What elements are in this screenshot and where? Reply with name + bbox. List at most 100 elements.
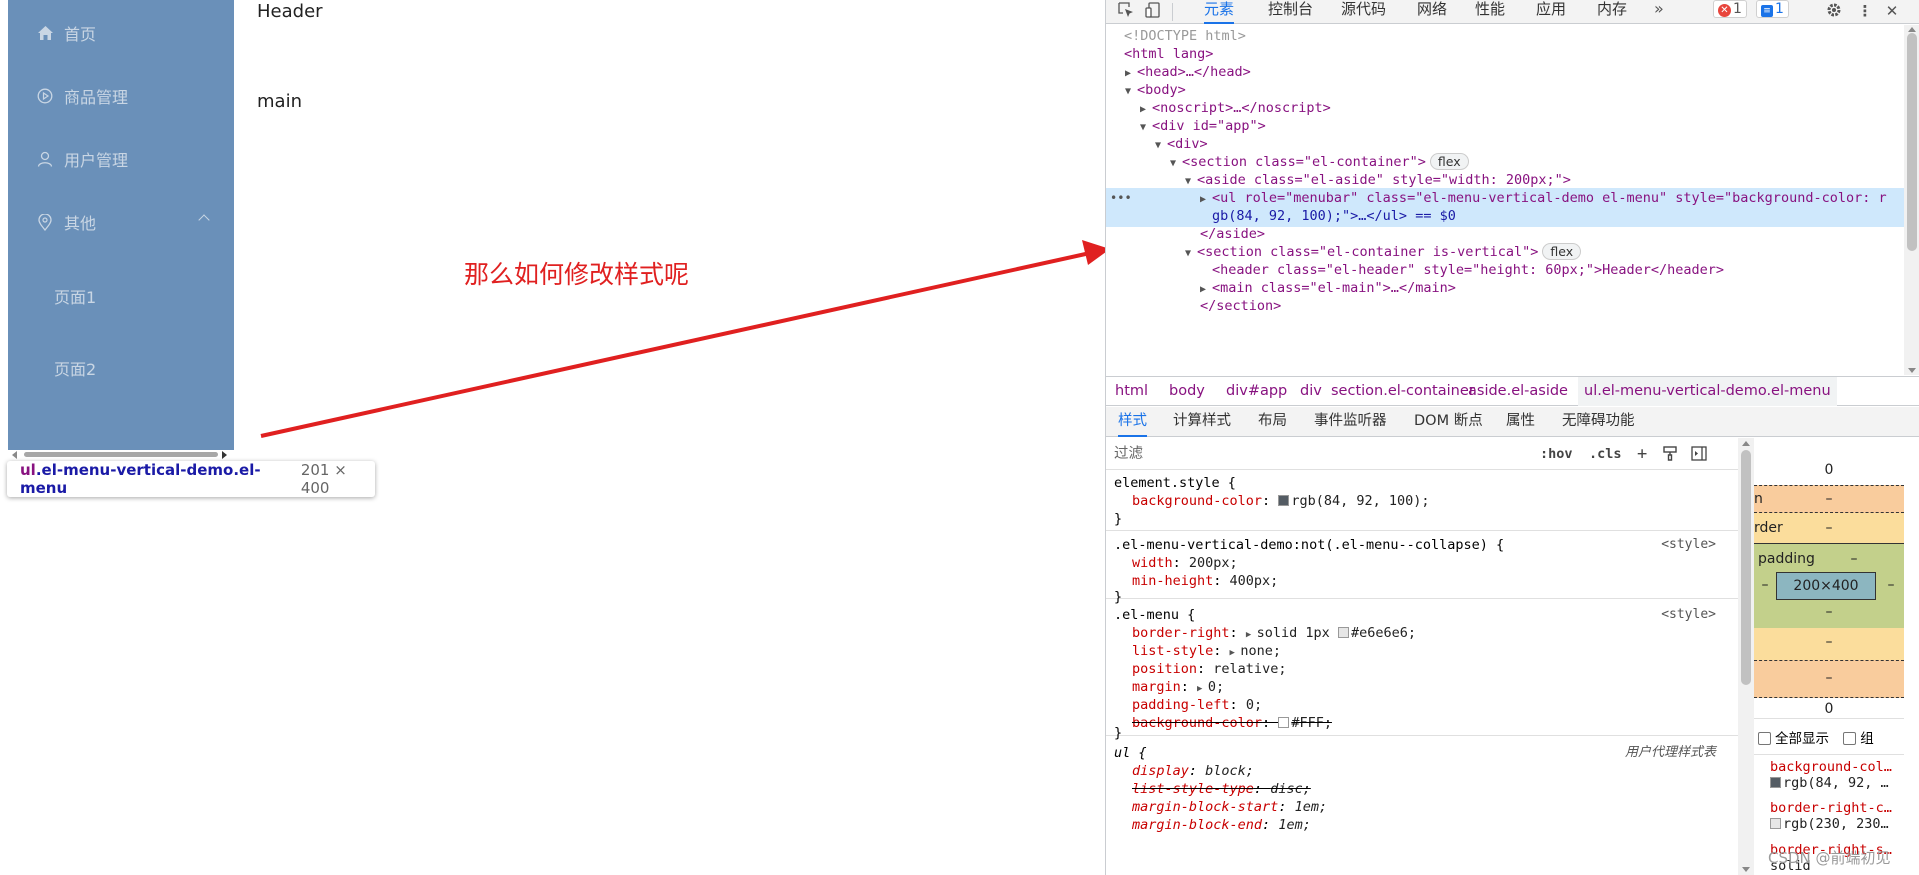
dom-line[interactable]: </section> <box>1106 296 1904 317</box>
css-declaration[interactable]: padding-left: 0; <box>1132 696 1262 714</box>
menu-item-home[interactable]: 首页 <box>8 13 234 53</box>
sidebar-scrollbar[interactable] <box>8 450 234 459</box>
margin-bottom-value[interactable]: 0 <box>1754 701 1904 717</box>
scrollbar-thumb[interactable] <box>1907 33 1917 251</box>
rule-selector[interactable]: element.style { <box>1114 474 1236 492</box>
css-declaration[interactable]: list-style: ▶ none; <box>1132 642 1281 660</box>
scrollbar-thumb[interactable] <box>24 452 218 457</box>
submenu-item-page2[interactable]: 页面2 <box>8 348 234 388</box>
computed-item[interactable]: border-right-c… rgb(230, 230… <box>1754 796 1904 832</box>
css-declaration[interactable]: margin-block-end: 1em; <box>1132 816 1311 834</box>
breadcrumb-item[interactable]: div#app <box>1220 377 1293 406</box>
css-declaration-overridden[interactable]: background-color: #FFF; <box>1132 714 1332 732</box>
border-bottom-value[interactable]: – <box>1754 634 1904 650</box>
tab-console[interactable]: 控制台 <box>1268 0 1313 24</box>
submenu-item-page1[interactable]: 页面1 <box>8 276 234 316</box>
chevron-double-right-icon[interactable]: » <box>1654 0 1664 24</box>
padding-right-value[interactable]: – <box>1878 577 1904 593</box>
scroll-up-icon[interactable] <box>1742 441 1750 446</box>
paint-brush-icon[interactable] <box>1663 438 1677 470</box>
rule-selector[interactable]: ul { <box>1114 744 1147 762</box>
tab-sources[interactable]: 源代码 <box>1341 0 1386 24</box>
expand-arrow-icon[interactable]: ▶ <box>1197 684 1208 694</box>
error-badge[interactable]: ✕ 1 <box>1713 0 1747 18</box>
subtab-dom-breakpoints[interactable]: DOM 断点 <box>1414 407 1483 437</box>
devtools-panel: 元素 控制台 源代码 网络 性能 应用 内存 » ✕ 1 ≡ 1 ⋮ ✕ <!DOC… <box>1105 0 1919 875</box>
rule-selector[interactable]: .el-menu { <box>1114 606 1195 624</box>
subtab-accessibility[interactable]: 无障碍功能 <box>1562 407 1635 437</box>
padding-top-value[interactable]: – <box>1804 551 1904 567</box>
subtab-event-listeners[interactable]: 事件监听器 <box>1314 407 1387 437</box>
subtab-properties[interactable]: 属性 <box>1506 407 1535 437</box>
color-swatch[interactable] <box>1337 627 1349 638</box>
scrollbar-thumb[interactable] <box>1741 450 1751 685</box>
tab-network[interactable]: 网络 <box>1417 0 1447 24</box>
menu-item-other[interactable]: 其他 <box>8 202 234 242</box>
rule-source[interactable]: 用户代理样式表 <box>1625 744 1716 762</box>
hov-toggle[interactable]: :hov <box>1540 438 1573 470</box>
subtab-layout[interactable]: 布局 <box>1258 407 1287 437</box>
cls-toggle[interactable]: .cls <box>1589 438 1622 470</box>
sidebar-toggle-icon[interactable] <box>1691 438 1707 470</box>
css-declaration[interactable]: background-color: rgb(84, 92, 100); <box>1132 492 1429 510</box>
scroll-right-icon[interactable] <box>222 451 227 459</box>
breadcrumb-item[interactable]: section.el-container <box>1325 377 1481 406</box>
padding-left-value[interactable]: – <box>1754 577 1776 593</box>
flex-badge[interactable]: flex <box>1542 243 1582 260</box>
scroll-down-icon[interactable] <box>1742 867 1750 872</box>
group-checkbox[interactable]: 组 <box>1843 731 1874 747</box>
computed-item[interactable]: background-col… rgb(84, 92, … <box>1754 754 1904 791</box>
add-rule-icon[interactable]: + <box>1637 438 1647 470</box>
scroll-down-icon[interactable] <box>1908 368 1916 373</box>
css-declaration[interactable]: position: relative; <box>1132 660 1286 678</box>
margin-bottom-dash[interactable]: – <box>1754 670 1904 686</box>
breadcrumb-item[interactable]: body <box>1163 377 1211 406</box>
subtab-styles[interactable]: 样式 <box>1118 407 1147 437</box>
tab-application[interactable]: 应用 <box>1536 0 1566 24</box>
styles-scrollbar[interactable] <box>1738 438 1754 875</box>
menu-item-products[interactable]: 商品管理 <box>8 76 234 116</box>
breadcrumb-item[interactable]: div <box>1294 377 1328 406</box>
breadcrumb-item[interactable]: html <box>1109 377 1154 406</box>
flex-badge[interactable]: flex <box>1429 153 1469 170</box>
message-badge[interactable]: ≡ 1 <box>1756 0 1789 18</box>
padding-bottom-value[interactable]: – <box>1754 604 1904 620</box>
dom-scrollbar[interactable] <box>1904 25 1919 375</box>
css-declaration[interactable]: margin-block-start: 1em; <box>1132 798 1327 816</box>
device-toolbar-icon[interactable] <box>1144 2 1164 22</box>
scroll-up-icon[interactable] <box>1908 27 1916 32</box>
content-box[interactable]: 200×400 <box>1776 572 1876 600</box>
breadcrumb-item-current[interactable]: ul.el-menu-vertical-demo.el-menu <box>1578 377 1837 406</box>
rule-source[interactable]: <style> <box>1661 536 1716 554</box>
subtab-computed[interactable]: 计算样式 <box>1173 407 1231 437</box>
color-swatch[interactable] <box>1278 717 1290 728</box>
menu-item-users[interactable]: 用户管理 <box>8 139 234 179</box>
breadcrumb-item[interactable]: aside.el-aside <box>1462 377 1574 406</box>
scroll-left-icon[interactable] <box>12 451 17 459</box>
color-swatch[interactable] <box>1770 777 1781 788</box>
rule-selector[interactable]: .el-menu-vertical-demo:not(.el-menu--col… <box>1114 536 1504 554</box>
css-declaration[interactable]: min-height: 400px; <box>1132 572 1278 590</box>
inspect-element-icon[interactable] <box>1116 2 1136 22</box>
css-declaration-overridden[interactable]: list-style-type: disc; <box>1132 780 1311 798</box>
margin-top-value[interactable]: 0 <box>1754 462 1904 478</box>
expand-arrow-icon[interactable]: ▶ <box>1230 648 1241 658</box>
color-swatch[interactable] <box>1278 495 1290 506</box>
filter-input[interactable]: 过滤 <box>1114 438 1143 470</box>
rule-source[interactable]: <style> <box>1661 606 1716 624</box>
margin-value[interactable]: – <box>1754 491 1904 507</box>
css-declaration[interactable]: display: block; <box>1132 762 1254 780</box>
gear-icon[interactable] <box>1824 2 1844 22</box>
more-options-icon[interactable]: ⋮ <box>1855 2 1875 22</box>
border-value[interactable]: – <box>1754 520 1904 536</box>
css-declaration[interactable]: margin: ▶ 0; <box>1132 678 1224 696</box>
tab-performance[interactable]: 性能 <box>1475 0 1505 24</box>
css-declaration[interactable]: width: 200px; <box>1132 554 1238 572</box>
close-icon[interactable]: ✕ <box>1882 2 1902 22</box>
color-swatch[interactable] <box>1770 818 1781 829</box>
show-all-checkbox[interactable]: 全部显示 <box>1758 731 1829 747</box>
expand-arrow-icon[interactable]: ▶ <box>1246 630 1257 640</box>
tab-elements[interactable]: 元素 <box>1204 0 1235 24</box>
tab-memory[interactable]: 内存 <box>1597 0 1627 24</box>
css-declaration[interactable]: border-right: ▶ solid 1px #e6e6e6; <box>1132 624 1416 642</box>
